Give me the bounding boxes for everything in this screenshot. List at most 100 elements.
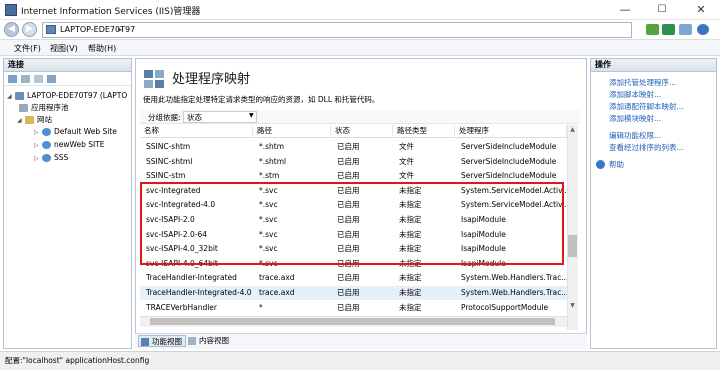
cell-handler: System.Web.Handlers.Trac... (461, 288, 567, 297)
action-add-managed-handler[interactable]: 添加托管处理程序... (609, 77, 676, 88)
cell-path-type: 文件 (399, 156, 414, 166)
table-row[interactable]: TRACEVerbHandler * 已启用 未指定 ProtocolSupportMo… (140, 301, 567, 315)
cell-path: * (259, 302, 263, 312)
tree-item-server[interactable]: ◢ LAPTOP-EDE70T97 (LAPTO (7, 90, 127, 101)
home-icon[interactable] (679, 24, 692, 35)
maximize-button[interactable]: ☐ (645, 0, 679, 20)
help-icon (596, 160, 605, 169)
globe-icon (42, 154, 51, 162)
cell-handler: ServerSideIncludeModule (461, 142, 557, 151)
address-path: LAPTOP-EDE70T97 (60, 25, 136, 34)
expander-icon[interactable]: ▷ (34, 153, 42, 164)
scroll-up-icon[interactable]: ▲ (568, 126, 577, 135)
up-icon[interactable] (34, 75, 43, 83)
tree-label: 网站 (37, 115, 52, 124)
tab-label: 功能视图 (152, 337, 182, 346)
tree-item-sss[interactable]: ▷ SSS (34, 152, 68, 163)
content-view-icon (188, 337, 196, 345)
actions-header: 操作 (591, 59, 716, 72)
tree-item-newweb-site[interactable]: ▷ newWeb SITE (34, 139, 105, 150)
server-icon (46, 25, 56, 34)
tree-label: 应用程序池 (31, 103, 69, 112)
table-row[interactable]: TraceHandler-Integrated-4.0 trace.axd 已启用 未… (140, 286, 567, 300)
tree-item-sites[interactable]: ◢ 网站 (17, 114, 52, 125)
status-text: 配置:"localhost" applicationHost.config (5, 356, 150, 365)
refresh-icon[interactable] (646, 24, 659, 35)
tree-item-app-pools[interactable]: 应用程序池 (19, 102, 69, 113)
tree-item-default-site[interactable]: ▷ Default Web Site (34, 126, 117, 137)
connections-toolbar (4, 73, 131, 86)
table-row[interactable]: TraceHandler-Integrated trace.axd 已启用 未指定 Sy… (140, 271, 567, 285)
cell-state: 已启用 (337, 288, 360, 297)
expander-icon[interactable]: ◢ (7, 91, 15, 102)
connect-icon[interactable] (8, 75, 17, 83)
forward-button[interactable]: ▶ (22, 22, 37, 37)
cell-name: SSINC-shtm (146, 142, 191, 151)
server-icon (15, 92, 24, 100)
tree-label: Default Web Site (54, 127, 117, 136)
back-button[interactable]: ◀ (4, 22, 19, 37)
vertical-scroll-thumb[interactable] (568, 235, 577, 257)
globe-icon (42, 141, 51, 149)
expander-icon[interactable]: ◢ (17, 115, 25, 126)
cell-state: 已启用 (337, 142, 360, 151)
menu-file[interactable]: 文件(F) (14, 43, 41, 54)
table-row[interactable]: SSINC-shtm *.shtm 已启用 文件 ServerSideIncludeMo… (140, 140, 567, 154)
page-description: 使用此功能指定处理特定请求类型的响应的资源，如 DLL 和托管代码。 (143, 95, 380, 104)
stop-icon[interactable] (662, 24, 675, 35)
action-add-module-mapping[interactable]: 添加模块映射... (609, 113, 661, 124)
cell-name: TraceHandler-Integrated-4.0 (146, 288, 252, 297)
expander-icon[interactable]: ▷ (34, 140, 42, 151)
cell-path-type: 未指定 (399, 273, 422, 283)
help-icon[interactable] (697, 24, 709, 35)
tree-label: newWeb SITE (54, 140, 105, 149)
action-edit-feature-permissions[interactable]: 编辑功能权限... (609, 130, 661, 141)
disconnect-icon[interactable] (47, 75, 56, 83)
cell-path-type: 文件 (399, 142, 414, 151)
horizontal-scroll-thumb[interactable] (150, 318, 555, 325)
cell-handler: ServerSideIncludeModule (461, 156, 557, 166)
column-header-handler[interactable]: 处理程序 (455, 125, 567, 138)
save-icon[interactable] (21, 75, 30, 83)
vertical-scrollbar[interactable] (567, 125, 578, 330)
action-add-wildcard-script-map[interactable]: 添加通配符脚本映射... (609, 101, 684, 112)
cell-path: trace.axd (259, 288, 295, 297)
menu-view[interactable]: 视图(V) (50, 43, 78, 54)
group-by-label: 分组依据: (148, 113, 181, 122)
minimize-button[interactable]: — (608, 0, 642, 20)
chevron-down-icon[interactable]: ▼ (249, 112, 254, 119)
action-help[interactable]: 帮助 (609, 159, 624, 170)
actions-pane: 操作 添加托管处理程序... 添加脚本映射... 添加通配符脚本映射... 添加… (590, 58, 717, 349)
column-header-path-type[interactable]: 路径类型 (393, 125, 455, 138)
tree-label: LAPTOP-EDE70T97 (LAPTO (27, 91, 128, 100)
cell-handler: System.Web.Handlers.Trac... (461, 273, 567, 283)
cell-path: trace.axd (259, 273, 295, 283)
column-header-state[interactable]: 状态 (331, 125, 393, 138)
highlight-box (140, 182, 564, 265)
close-button[interactable]: ✕ (684, 0, 718, 20)
cell-path: *.shtm (259, 142, 285, 151)
scroll-down-icon[interactable]: ▼ (568, 302, 577, 311)
cell-path: *.shtml (259, 156, 287, 166)
table-row[interactable]: SSINC-shtml *.shtml 已启用 文件 ServerSideInclude… (140, 155, 567, 169)
cell-state: 已启用 (337, 156, 360, 166)
column-header-name[interactable]: 名称 (140, 125, 253, 138)
address-separator[interactable]: ▸ (118, 25, 122, 34)
tree-label: SSS (54, 153, 69, 162)
action-view-ordered-list[interactable]: 查看经过排序的列表... (609, 142, 684, 153)
features-view-icon (141, 338, 149, 346)
cell-name: SSINC-shtml (146, 156, 193, 166)
group-by-value: 状态 (187, 113, 202, 122)
expander-icon[interactable]: ▷ (34, 127, 42, 138)
folder-icon (25, 116, 34, 124)
column-header-path[interactable]: 路径 (253, 125, 331, 138)
cell-name: TraceHandler-Integrated (146, 273, 237, 283)
tab-content-view[interactable]: 内容视图 (186, 335, 232, 347)
connections-pane: 连接 ◢ LAPTOP-EDE70T97 (LAPTO 应用程序池 ◢ 网站 ▷ De… (3, 58, 132, 349)
action-add-script-map[interactable]: 添加脚本映射... (609, 89, 661, 100)
menu-help[interactable]: 帮助(H) (88, 43, 116, 54)
cell-name: TRACEVerbHandler (146, 302, 218, 312)
tab-features-view[interactable]: 功能视图 (138, 335, 186, 347)
app-pool-icon (19, 104, 28, 112)
page-title: 处理程序映射 (172, 72, 251, 87)
